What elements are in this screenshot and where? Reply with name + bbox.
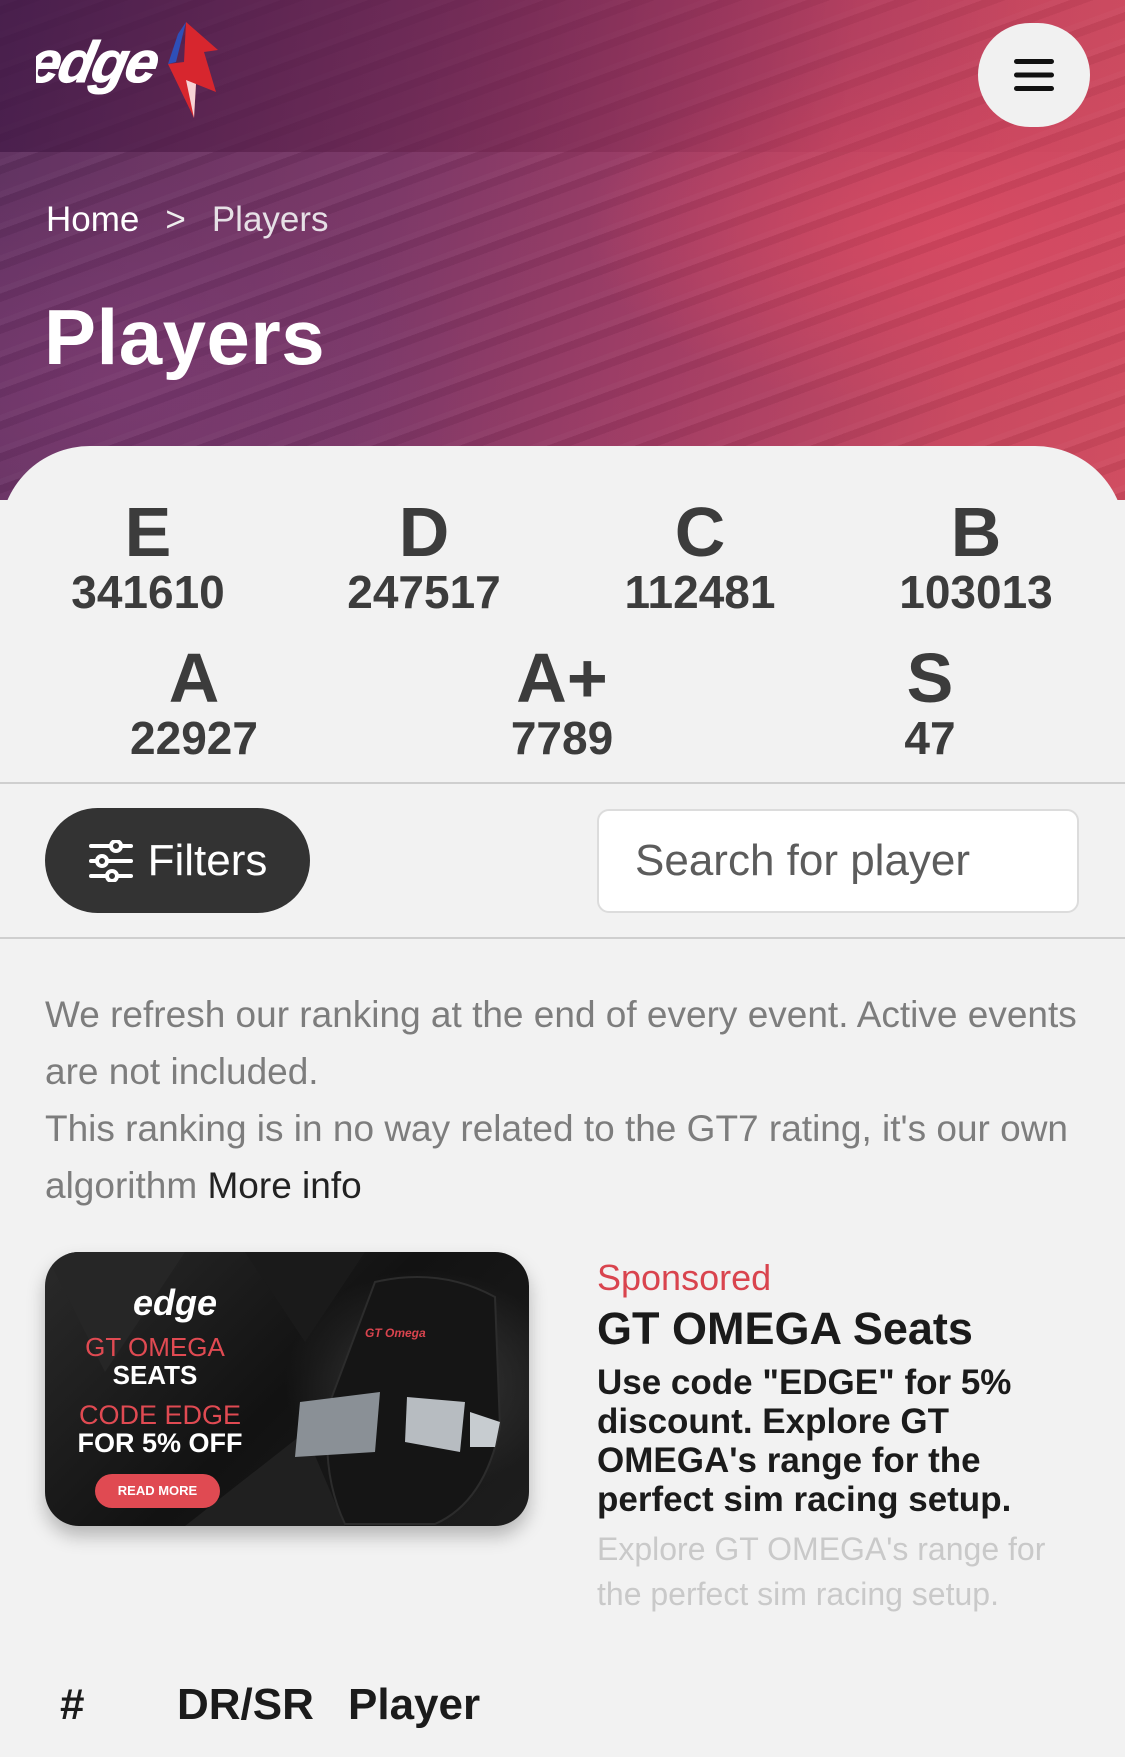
banner-brand: edge [132, 1282, 218, 1323]
menu-button[interactable] [978, 23, 1090, 127]
banner-line-1: GT OMEGA [85, 1332, 225, 1362]
rating-count: 341610 [71, 566, 225, 618]
rating-letter: C [674, 493, 726, 571]
banner-line-4: FOR 5% OFF [77, 1428, 243, 1458]
sponsored-description: Use code "EDGE" for 5% discount. Explore… [597, 1363, 1012, 1519]
rating-letter: S [906, 639, 954, 717]
rating-count: 47 [904, 712, 956, 764]
breadcrumb-separator: > [165, 200, 186, 239]
rating-letter: A+ [516, 639, 608, 717]
rating-distribution: E 341610 D 247517 C 112481 B 103013 A 22… [0, 446, 1125, 784]
rating-d[interactable]: D 247517 [314, 497, 534, 617]
rating-e[interactable]: E 341610 [38, 497, 258, 617]
rating-s[interactable]: S 47 [820, 643, 1040, 763]
rating-count: 103013 [899, 566, 1053, 618]
sliders-icon [88, 839, 133, 882]
filters-button[interactable]: Filters [45, 808, 310, 913]
banner-read-more-button[interactable]: READ MORE [95, 1474, 220, 1508]
rating-letter: A [168, 639, 220, 717]
rating-count: 247517 [347, 566, 501, 618]
breadcrumb-current: Players [211, 200, 329, 239]
more-info-link[interactable]: More info [207, 1165, 361, 1206]
sponsored-title[interactable]: GT OMEGA Seats [597, 1303, 973, 1355]
info-line-2: This ranking is in no way related to the… [45, 1100, 1085, 1214]
rating-count: 112481 [624, 566, 776, 618]
rating-a-plus[interactable]: A+ 7789 [452, 643, 672, 763]
ranking-info: We refresh our ranking at the end of eve… [45, 986, 1085, 1214]
banner-line-3: CODE EDGE [78, 1400, 242, 1430]
banner-line-2: SEATS [112, 1360, 198, 1390]
page-title: Players [44, 293, 326, 381]
rating-a[interactable]: A 22927 [84, 643, 304, 763]
breadcrumb-home[interactable]: Home [46, 200, 139, 240]
search-input[interactable] [597, 809, 1079, 913]
column-dr-sr[interactable]: DR/SR [177, 1680, 314, 1730]
rating-letter: B [950, 493, 1002, 571]
seat-brand-text: GT Omega [365, 1326, 426, 1340]
filter-bar: Filters [0, 784, 1125, 939]
column-rank[interactable]: # [60, 1680, 84, 1730]
rating-letter: D [398, 493, 450, 571]
column-player[interactable]: Player [348, 1680, 480, 1730]
filters-label: Filters [147, 835, 268, 885]
sponsored-banner[interactable]: GT Omega edge GT OMEGA SEATS CODE EDGE F… [45, 1252, 529, 1526]
rating-count: 7789 [510, 712, 614, 764]
hamburger-icon [1014, 59, 1054, 91]
logo-text: edge [36, 31, 164, 95]
sponsored-label: Sponsored [597, 1257, 772, 1298]
rating-c[interactable]: C 112481 [590, 497, 810, 617]
players-table-header: # DR/SR Player [0, 1680, 1125, 1740]
sponsored-subtext: Explore GT OMEGA's range for the perfect… [597, 1531, 1046, 1612]
info-line-2-text: This ranking is in no way related to the… [45, 1108, 1068, 1206]
rating-letter: E [124, 493, 172, 571]
breadcrumb: Home > Players [46, 200, 329, 240]
info-line-1: We refresh our ranking at the end of eve… [45, 994, 1077, 1092]
rating-b[interactable]: B 103013 [866, 497, 1086, 617]
edge-logo[interactable]: edge [22, 22, 286, 122]
rating-count: 22927 [130, 712, 258, 764]
hero-banner: edge Home > Players Players [0, 0, 1125, 500]
